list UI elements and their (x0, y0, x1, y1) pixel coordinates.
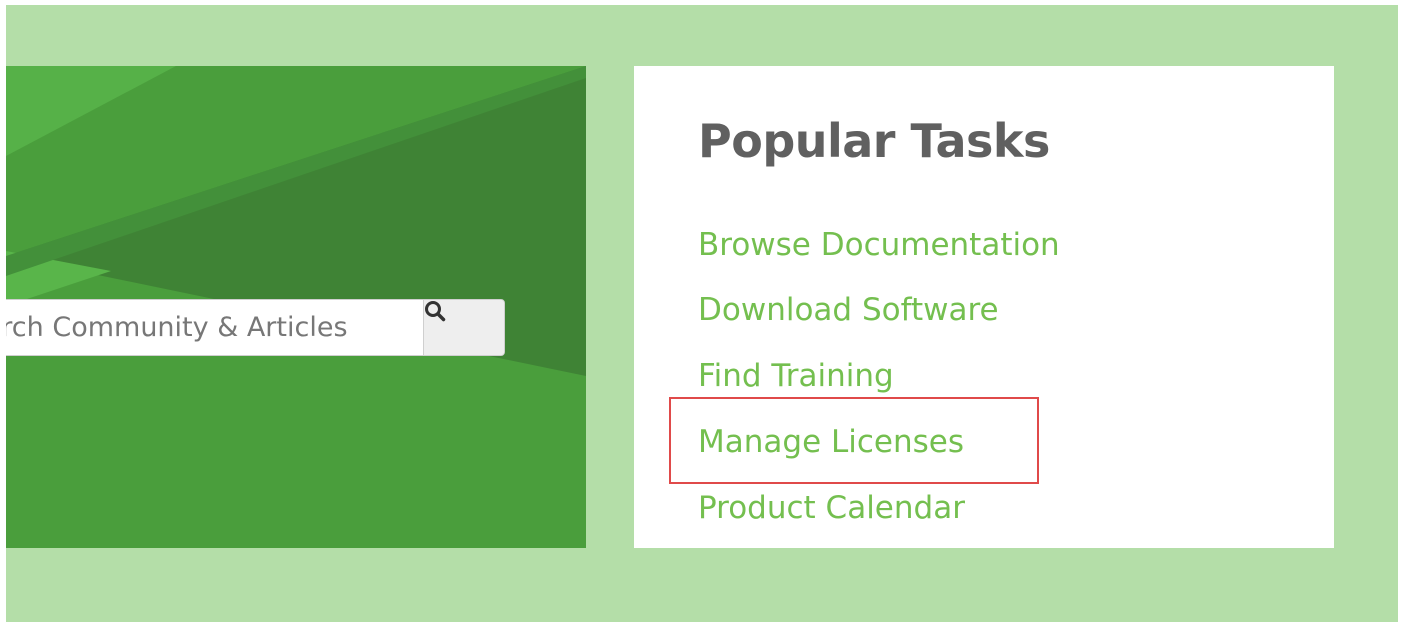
search-input[interactable] (6, 300, 426, 355)
page-background: Popular Tasks Browse Documentation Downl… (6, 5, 1398, 622)
search-button[interactable] (423, 300, 504, 355)
find-training-link[interactable]: Find Training (698, 361, 894, 392)
browse-documentation-link[interactable]: Browse Documentation (698, 230, 1060, 261)
download-software-link[interactable]: Download Software (698, 295, 999, 326)
product-calendar-link[interactable]: Product Calendar (698, 493, 965, 524)
hero-banner (6, 66, 586, 548)
search-box (6, 299, 505, 356)
manage-licenses-link[interactable]: Manage Licenses (698, 427, 964, 458)
popular-tasks-card: Popular Tasks Browse Documentation Downl… (634, 66, 1334, 548)
popular-tasks-title: Popular Tasks (698, 114, 1050, 168)
